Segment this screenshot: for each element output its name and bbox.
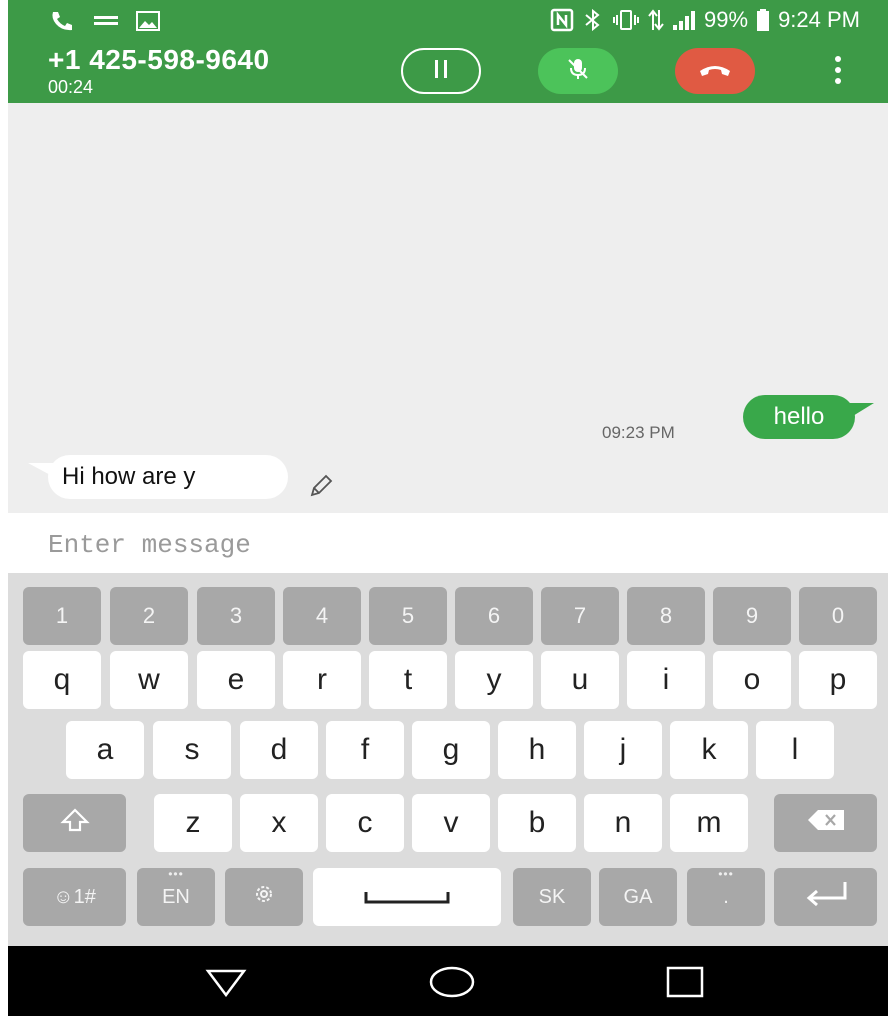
key-r[interactable]: r [283, 651, 361, 709]
key-k[interactable]: k [670, 721, 748, 779]
home-icon [428, 965, 476, 1004]
end-call-button[interactable] [675, 48, 755, 94]
call-header: 99% 9:24 PM +1 425-598-9640 00:24 [8, 0, 888, 103]
more-vert-icon [834, 55, 842, 90]
enter-icon [803, 880, 849, 914]
call-duration: 00:24 [48, 77, 94, 97]
language-key-label: EN [162, 885, 190, 908]
period-key-label: . [723, 885, 729, 908]
key-c[interactable]: c [326, 794, 404, 852]
pause-icon [433, 59, 449, 84]
space-key[interactable] [313, 868, 501, 926]
dots-indicator: ••• [168, 867, 184, 881]
more-options-button[interactable] [826, 52, 850, 92]
space-bar-icon [364, 880, 450, 914]
key-a[interactable]: a [66, 721, 144, 779]
back-icon [204, 967, 248, 1002]
battery-percent: 99% [704, 7, 749, 32]
sent-message-text: hello [773, 403, 825, 430]
pencil-icon [308, 473, 334, 504]
status-left-icons [50, 10, 160, 32]
sk-key[interactable]: SK [513, 868, 591, 926]
key-e[interactable]: e [197, 651, 275, 709]
key-l[interactable]: l [756, 721, 834, 779]
key-j[interactable]: j [584, 721, 662, 779]
ga-key-label: GA [623, 885, 653, 908]
ga-key[interactable]: GA [599, 868, 677, 926]
navigation-bar [8, 946, 888, 1016]
message-input[interactable] [48, 525, 848, 565]
hold-button[interactable] [401, 48, 481, 94]
key-t[interactable]: t [369, 651, 447, 709]
symbols-key[interactable]: ☺1# [23, 868, 126, 926]
key-6[interactable]: 6 [455, 587, 533, 645]
shift-icon [59, 807, 90, 839]
key-9[interactable]: 9 [713, 587, 791, 645]
phone-call-icon [50, 10, 76, 32]
key-i[interactable]: i [627, 651, 705, 709]
caller-number: +1 425-598-9640 [48, 44, 270, 75]
key-b[interactable]: b [498, 794, 576, 852]
data-arrows-icon [648, 8, 664, 32]
gear-icon [252, 882, 276, 912]
keyboard: 1 2 3 4 5 6 7 8 9 0 q w e r t y u i o p … [8, 573, 888, 946]
clock: 9:24 PM [778, 7, 860, 32]
battery-icon [756, 8, 770, 32]
key-z[interactable]: z [154, 794, 232, 852]
dots-indicator: ••• [718, 867, 734, 881]
symbols-key-label: ☺1# [53, 885, 96, 908]
sent-message-bubble[interactable]: hello [743, 395, 855, 439]
recents-button[interactable] [655, 964, 715, 1004]
received-message-text: Hi how are y [62, 463, 196, 490]
key-3[interactable]: 3 [197, 587, 275, 645]
key-7[interactable]: 7 [541, 587, 619, 645]
mute-button[interactable] [538, 48, 618, 94]
nfc-icon [550, 8, 574, 32]
sent-message-time: 09:23 PM [602, 423, 675, 442]
key-h[interactable]: h [498, 721, 576, 779]
key-o[interactable]: o [713, 651, 791, 709]
key-0[interactable]: 0 [799, 587, 877, 645]
recents-icon [665, 965, 705, 1004]
home-button[interactable] [422, 964, 482, 1004]
image-icon [136, 11, 160, 31]
vibrate-icon [612, 9, 640, 31]
key-x[interactable]: x [240, 794, 318, 852]
voicemail-icon [92, 13, 120, 29]
key-2[interactable]: 2 [110, 587, 188, 645]
period-key[interactable]: ••• . [687, 868, 765, 926]
status-right: 99% 9:24 PM [550, 7, 860, 33]
key-5[interactable]: 5 [369, 587, 447, 645]
key-v[interactable]: v [412, 794, 490, 852]
key-4[interactable]: 4 [283, 587, 361, 645]
key-8[interactable]: 8 [627, 587, 705, 645]
language-key[interactable]: ••• EN [137, 868, 215, 926]
back-button[interactable] [196, 964, 256, 1004]
backspace-key[interactable] [774, 794, 877, 852]
key-y[interactable]: y [455, 651, 533, 709]
settings-key[interactable] [225, 868, 303, 926]
key-w[interactable]: w [110, 651, 188, 709]
key-1[interactable]: 1 [23, 587, 101, 645]
key-d[interactable]: d [240, 721, 318, 779]
key-g[interactable]: g [412, 721, 490, 779]
enter-key[interactable] [774, 868, 877, 926]
conversation-area: 09:23 PM hello Hi how are y [8, 103, 888, 513]
bluetooth-icon [582, 8, 604, 32]
key-f[interactable]: f [326, 721, 404, 779]
hang-up-icon [698, 61, 732, 82]
backspace-icon [806, 808, 846, 838]
signal-icon [672, 9, 696, 31]
key-m[interactable]: m [670, 794, 748, 852]
received-message-bubble[interactable]: Hi how are y [48, 455, 288, 499]
message-input-row [8, 513, 888, 573]
shift-key[interactable] [23, 794, 126, 852]
mic-off-icon [565, 56, 591, 87]
key-u[interactable]: u [541, 651, 619, 709]
key-p[interactable]: p [799, 651, 877, 709]
key-n[interactable]: n [584, 794, 662, 852]
key-q[interactable]: q [23, 651, 101, 709]
sk-key-label: SK [538, 885, 566, 908]
key-s[interactable]: s [153, 721, 231, 779]
